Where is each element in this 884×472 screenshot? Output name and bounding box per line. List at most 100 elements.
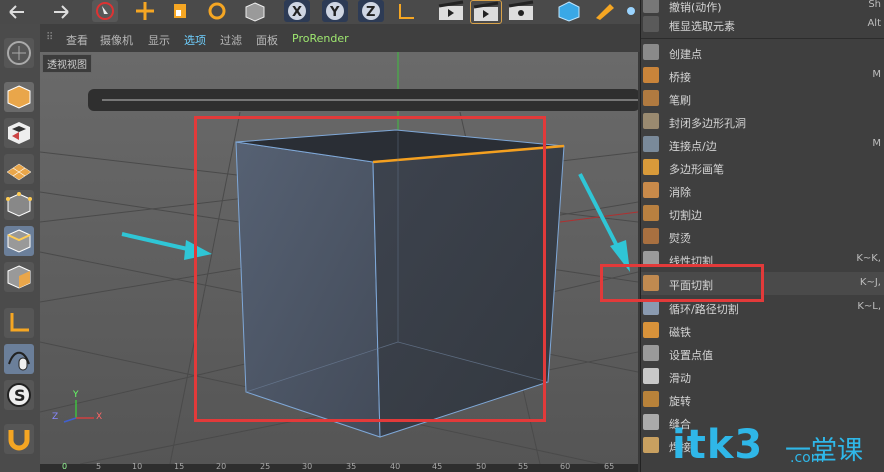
edge-cut-icon: [643, 205, 659, 221]
z-axis-lock-icon[interactable]: Z: [358, 0, 384, 22]
menu-item-label: 磁铁: [669, 326, 691, 339]
menu-item-create-point[interactable]: 创建点: [641, 41, 884, 64]
polygon-pen-icon: [643, 159, 659, 175]
menu-item-slide[interactable]: 滑动: [641, 365, 884, 388]
axis-mode-icon[interactable]: [4, 308, 34, 338]
menu-item-label: 多边形画笔: [669, 163, 724, 176]
timeline-ruler[interactable]: 0 5 10 15 20 25 30 35 40 45 50 55 60 65: [40, 462, 638, 472]
menu-item-shortcut: Alt: [867, 18, 881, 29]
texture-mode-icon[interactable]: [4, 118, 34, 148]
axis-label-z: Z: [52, 412, 59, 422]
ruler-tick: 0: [62, 462, 68, 471]
x-axis-lock-icon[interactable]: X: [284, 0, 310, 22]
menu-item-set-point-value[interactable]: 设置点值: [641, 342, 884, 365]
menu-view[interactable]: 查看: [66, 32, 88, 48]
menu-item-dissolve[interactable]: 消除: [641, 179, 884, 202]
menu-item-connect-points-edges[interactable]: 连接点/边 M: [641, 133, 884, 156]
menu-item-label: 笔刷: [669, 94, 691, 107]
menu-item-iron[interactable]: 熨烫: [641, 225, 884, 248]
snap-icon[interactable]: S: [4, 380, 34, 410]
menu-item-label: 滑动: [669, 372, 691, 385]
ruler-tick: 10: [132, 462, 143, 471]
viewport-scene: [40, 52, 638, 464]
line-cut-icon: [643, 251, 659, 267]
object-cube-icon[interactable]: [242, 0, 268, 22]
menu-item-label: 线性切割: [669, 255, 713, 268]
menu-panel[interactable]: 面板: [256, 32, 278, 48]
render-settings-icon[interactable]: [506, 0, 536, 22]
points-mode-icon[interactable]: [4, 190, 34, 220]
menu-item-shortcut: Sh: [868, 0, 881, 10]
menu-item-label: 旋转: [669, 395, 691, 408]
menu-camera[interactable]: 摄像机: [100, 32, 133, 48]
svg-text:Z: Z: [366, 5, 375, 20]
menu-item-bridge[interactable]: 桥接 M: [641, 64, 884, 87]
ruler-tick: 35: [346, 462, 357, 471]
bridge-icon: [643, 67, 659, 83]
mode-toolbar: S: [0, 24, 41, 472]
menu-item-brush[interactable]: 笔刷: [641, 87, 884, 110]
edges-mode-icon[interactable]: [4, 226, 34, 256]
select-tool-icon[interactable]: [92, 0, 118, 22]
plane-cut-icon: [643, 275, 659, 291]
render-to-picture-viewer-icon[interactable]: [470, 0, 502, 24]
redo-icon[interactable]: [48, 0, 74, 22]
menu-item-edge-cut[interactable]: 切割边: [641, 202, 884, 225]
move-tool-icon[interactable]: [132, 0, 158, 22]
tweak-mode-icon[interactable]: [4, 344, 34, 374]
perspective-viewport[interactable]: 透视视图 Y Z X: [40, 52, 638, 464]
menu-item-close-polygon-hole[interactable]: 封闭多边形孔洞: [641, 110, 884, 133]
close-hole-icon: [643, 113, 659, 129]
menu-item-shortcut: K~J,: [859, 277, 881, 288]
menu-item-magnet[interactable]: 磁铁: [641, 319, 884, 342]
menu-item-frame-selected[interactable]: 框显选取元素 Alt: [641, 13, 884, 36]
menu-item-label: 消除: [669, 186, 691, 199]
magnet-icon[interactable]: [4, 424, 34, 454]
menu-display[interactable]: 显示: [148, 32, 170, 48]
ruler-tick: 55: [518, 462, 529, 471]
workplane-mode-icon[interactable]: [4, 154, 34, 184]
menu-options[interactable]: 选项: [184, 32, 206, 48]
gear-icon[interactable]: [624, 0, 638, 22]
menu-prorender[interactable]: ProRender: [292, 32, 349, 45]
menu-item-loop-path-cut[interactable]: 循环/路径切割 K~L,: [641, 296, 884, 319]
undo-icon[interactable]: [4, 0, 30, 22]
viewport-menubar: ⠿ 查看 摄像机 显示 选项 过滤 面板 ProRender: [40, 24, 640, 52]
watermark-domain: .com: [790, 450, 825, 466]
pen-spline-icon[interactable]: [592, 0, 618, 22]
grip-icon: ⠿: [46, 32, 54, 43]
y-axis-lock-icon[interactable]: Y: [322, 0, 348, 22]
viewport-label: 透视视图: [42, 54, 92, 73]
cube-primitive-icon[interactable]: [556, 0, 582, 22]
ruler-tick: 20: [216, 462, 227, 471]
menu-item-plane-cut[interactable]: 平面切割 K~J,: [641, 272, 884, 295]
spin-icon: [643, 391, 659, 407]
menu-item-shortcut: K~L,: [857, 301, 881, 312]
menu-item-label: 桥接: [669, 71, 691, 84]
ruler-tick: 65: [604, 462, 615, 471]
coordinate-system-icon[interactable]: [394, 0, 420, 22]
scale-tool-icon[interactable]: [168, 0, 194, 22]
cube-object[interactable]: [235, 129, 565, 438]
undo-small-icon: [643, 0, 659, 13]
ruler-tick: 50: [476, 462, 487, 471]
stitch-icon: [643, 414, 659, 430]
menu-item-spin[interactable]: 旋转: [641, 388, 884, 411]
render-view-icon[interactable]: [436, 0, 466, 22]
menu-item-label: 创建点: [669, 48, 702, 61]
axis-label-y: Y: [73, 390, 79, 400]
menu-item-line-cut[interactable]: 线性切割 K~K,: [641, 248, 884, 271]
main-toolbar: X Y Z: [0, 0, 640, 25]
viewport-slider-line: [102, 99, 638, 101]
menu-filter[interactable]: 过滤: [220, 32, 242, 48]
ruler-tick: 40: [390, 462, 401, 471]
rotate-tool-icon[interactable]: [204, 0, 230, 22]
dissolve-icon: [643, 182, 659, 198]
polygons-mode-icon[interactable]: [4, 262, 34, 292]
axis-label-x: X: [96, 412, 103, 422]
menu-item-polygon-pen[interactable]: 多边形画笔: [641, 156, 884, 179]
model-mode-icon[interactable]: [4, 82, 34, 112]
menu-item-shortcut: M: [872, 138, 881, 149]
menu-item-label: 平面切割: [669, 279, 713, 292]
make-editable-icon[interactable]: [4, 38, 34, 68]
